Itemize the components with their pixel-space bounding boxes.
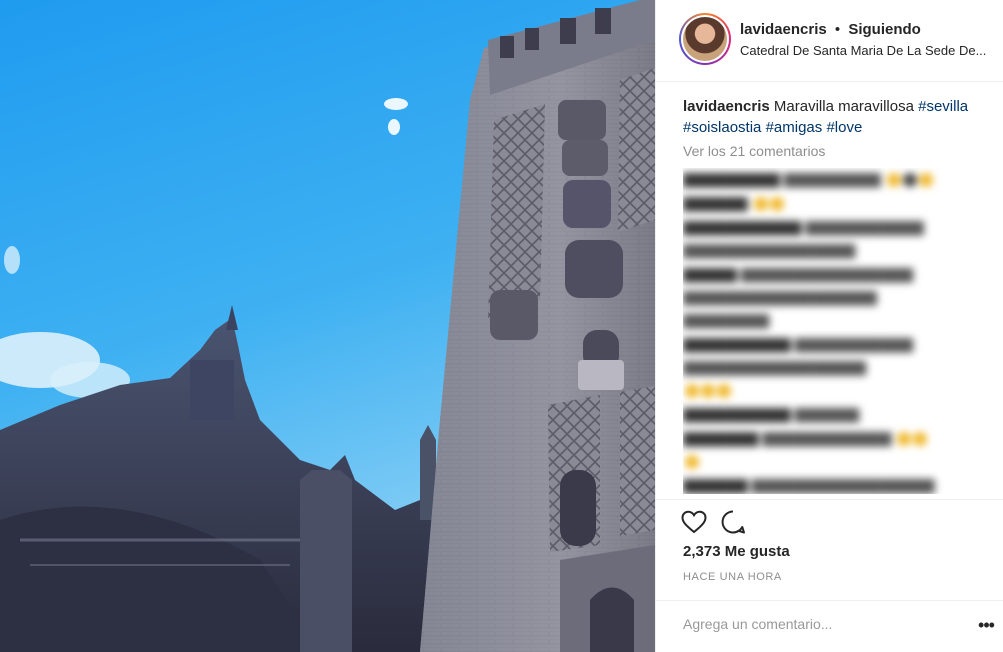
- comments-list-blurred: ▇▇▇▇▇▇▇▇▇ ▇▇▇▇▇▇▇▇▇ ▇▇▇▇▇▇ ▇▇▇▇▇▇▇▇▇▇▇ ▇…: [683, 168, 993, 494]
- view-all-comments-link[interactable]: Ver los 21 comentarios: [683, 143, 825, 159]
- hashtag-link[interactable]: #sevilla: [918, 98, 968, 115]
- hashtag-link[interactable]: #soislaostia: [683, 119, 761, 136]
- list-item: ▇▇▇▇▇▇▇▇▇▇ ▇▇▇▇▇▇: [683, 406, 860, 422]
- add-comment-bar: •••: [656, 600, 1003, 652]
- heart-icon: [681, 510, 707, 534]
- caption-username[interactable]: lavidaencris: [683, 98, 770, 115]
- list-item: ▇▇▇▇▇▇▇ ▇▇▇▇▇▇▇▇▇▇▇▇: [683, 427, 993, 473]
- list-item: ▇▇▇▇▇▇▇▇▇▇ ▇▇▇▇▇▇▇▇▇▇▇ ▇▇▇▇▇▇▇▇▇▇▇▇▇▇▇▇▇: [683, 333, 993, 402]
- header-title-line: lavidaencris • Siguiendo: [740, 21, 921, 38]
- list-item: ▇▇▇▇▇▇: [683, 192, 993, 215]
- list-item: ▇▇▇▇▇ ▇▇▇▇▇▇▇▇▇▇▇▇▇▇▇▇ ▇▇▇▇▇▇▇▇▇▇▇▇▇▇▇▇▇▇…: [683, 266, 913, 328]
- post-photo[interactable]: [0, 0, 655, 652]
- list-item: ▇▇▇▇▇▇▇▇▇ ▇▇▇▇▇▇▇▇▇: [683, 168, 993, 191]
- separator-dot: •: [834, 21, 841, 38]
- comment-input[interactable]: [683, 613, 943, 635]
- username-link[interactable]: lavidaencris: [740, 21, 827, 38]
- avatar[interactable]: [679, 13, 731, 65]
- like-button[interactable]: [679, 507, 709, 537]
- post-header: lavidaencris • Siguiendo Catedral De San…: [656, 0, 1003, 82]
- hashtag-link[interactable]: #love: [826, 119, 862, 136]
- giralda-cathedral-photo: [0, 0, 655, 652]
- post-caption: lavidaencris Maravilla maravillosa #sevi…: [683, 96, 983, 138]
- likes-count[interactable]: 2,373 Me gusta: [683, 543, 790, 560]
- post-actions: 2,373 Me gusta HACE UNA HORA: [656, 499, 1003, 599]
- avatar-image: [683, 17, 727, 61]
- list-item: ▇▇▇▇▇▇▇▇▇▇▇ ▇▇▇▇▇▇▇▇▇▇▇ ▇▇▇▇▇▇▇▇▇▇▇▇▇▇▇▇: [683, 219, 924, 258]
- post-sidebar: lavidaencris • Siguiendo Catedral De San…: [655, 0, 1003, 652]
- location-link[interactable]: Catedral De Santa Maria De La Sede De...: [740, 43, 1002, 58]
- more-options-button[interactable]: •••: [974, 613, 998, 637]
- ellipsis-icon: •••: [978, 614, 995, 635]
- comment-button[interactable]: [718, 507, 748, 537]
- following-button[interactable]: Siguiendo: [848, 21, 921, 38]
- post-timestamp[interactable]: HACE UNA HORA: [683, 571, 782, 583]
- caption-text: Maravilla maravillosa: [773, 98, 914, 115]
- speech-bubble-icon: [721, 510, 745, 534]
- list-item: ▇▇▇▇▇▇ ▇▇▇▇▇▇▇▇▇▇▇▇▇▇▇▇▇: [683, 477, 935, 493]
- hashtag-link[interactable]: #amigas: [766, 119, 823, 136]
- instagram-post: lavidaencris • Siguiendo Catedral De San…: [0, 0, 1003, 652]
